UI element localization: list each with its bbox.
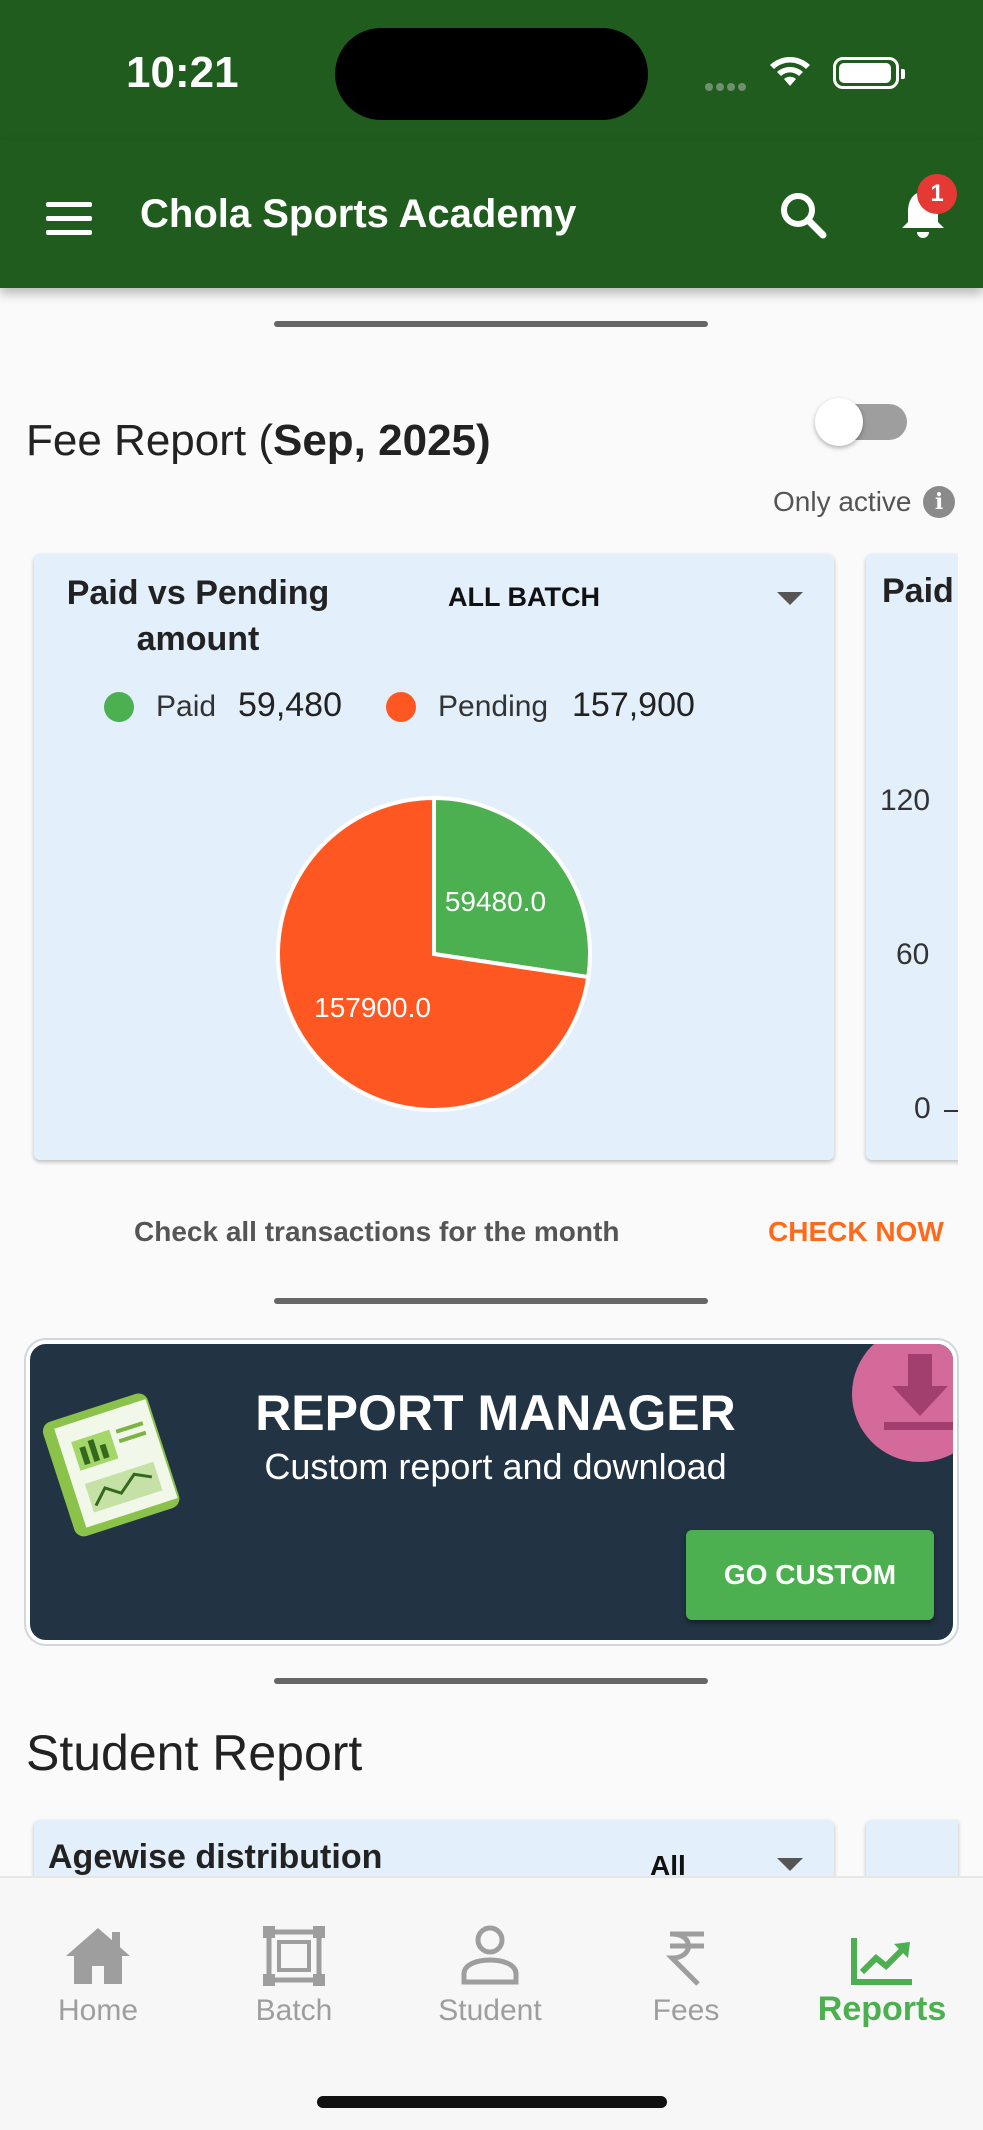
search-icon[interactable] <box>778 190 828 240</box>
report-manager-subtitle: Custom report and download <box>264 1446 727 1487</box>
only-active-label: Only active <box>773 486 912 517</box>
wifi-icon <box>770 57 810 86</box>
nav-item-student[interactable]: Student <box>392 1918 588 2028</box>
legend-dot-pending <box>386 692 416 722</box>
section-divider <box>274 1678 708 1684</box>
caret-down-icon[interactable] <box>777 592 803 605</box>
axis-tick-label: 120 <box>880 784 931 817</box>
bottom-navigation: Home Batch Student Fees Reports <box>0 1876 983 2130</box>
section-divider <box>274 321 708 327</box>
nav-item-home[interactable]: Home <box>0 1918 196 2028</box>
nav-label: Student <box>438 1994 542 2027</box>
check-now-button[interactable]: CHECK NOW <box>768 1216 944 1248</box>
notification-badge: 1 <box>917 174 957 214</box>
battery-icon <box>833 57 905 89</box>
only-active-toggle[interactable] <box>815 398 907 446</box>
fee-pie-chart: 59480.0 157900.0 <box>276 795 592 1112</box>
report-manager-title: REPORT MANAGER <box>255 1385 736 1441</box>
home-indicator <box>317 2096 667 2108</box>
home-icon <box>66 1928 130 1984</box>
info-icon[interactable]: i <box>923 486 955 518</box>
batch-dropdown[interactable]: ALL BATCH <box>448 582 600 613</box>
pie-label-pending: 157900.0 <box>314 992 431 1023</box>
pie-label-paid: 59480.0 <box>445 886 546 917</box>
card-title: Paid vs Pending amount <box>66 574 330 658</box>
legend-label-pending: Pending <box>438 690 549 723</box>
fee-report-title: Fee Report (Sep, 2025) <box>26 416 491 465</box>
cellular-signal-icon <box>705 78 753 91</box>
check-transactions-text: Check all transactions for the month <box>134 1216 620 1247</box>
legend-dot-paid <box>104 692 134 722</box>
fee-report-period: Sep, 2025) <box>272 416 491 465</box>
nav-item-batch[interactable]: Batch <box>196 1918 392 2028</box>
app-bar: Chola Sports Academy 1 <box>0 140 983 288</box>
app-title: Chola Sports Academy <box>140 192 577 236</box>
nav-label: Batch <box>255 1994 333 2027</box>
axis-tick-label: 60 <box>896 938 930 971</box>
nav-label: Fees <box>652 1994 720 2027</box>
nav-label: Home <box>57 1994 139 2027</box>
batch-icon <box>263 1926 325 1986</box>
nav-item-reports[interactable]: Reports <box>784 1918 980 2029</box>
axis-tick <box>944 1110 958 1112</box>
legend-label-paid: Paid <box>156 690 217 723</box>
status-time: 10:21 <box>126 48 239 97</box>
dynamic-island <box>335 28 648 120</box>
student-report-title: Student Report <box>26 1725 363 1781</box>
menu-icon[interactable] <box>46 202 92 236</box>
rupee-icon <box>665 1931 704 1986</box>
card-title: Agewise distribution <box>48 1838 383 1876</box>
scroll-clip <box>958 540 983 1180</box>
report-manager-banner: REPORT MANAGER Custom report and downloa… <box>26 1340 957 1644</box>
legend-value-paid: 59,480 <box>238 686 342 724</box>
go-custom-button[interactable]: GO CUSTOM <box>686 1530 934 1620</box>
status-bar: 10:21 <box>0 0 983 140</box>
paid-vs-pending-card: Paid vs Pending amount ALL BATCH Paid 59… <box>34 554 834 1160</box>
nav-label: Reports <box>817 1990 947 2028</box>
legend-value-pending: 157,900 <box>572 686 695 724</box>
axis-tick-label: 0 <box>914 1092 931 1125</box>
trending-chart-icon <box>851 1938 912 1985</box>
student-icon <box>461 1925 519 1985</box>
card-title: Paid <box>882 572 954 610</box>
section-divider <box>274 1298 708 1304</box>
nav-item-fees[interactable]: Fees <box>588 1918 784 2028</box>
caret-down-icon[interactable] <box>777 1858 803 1871</box>
